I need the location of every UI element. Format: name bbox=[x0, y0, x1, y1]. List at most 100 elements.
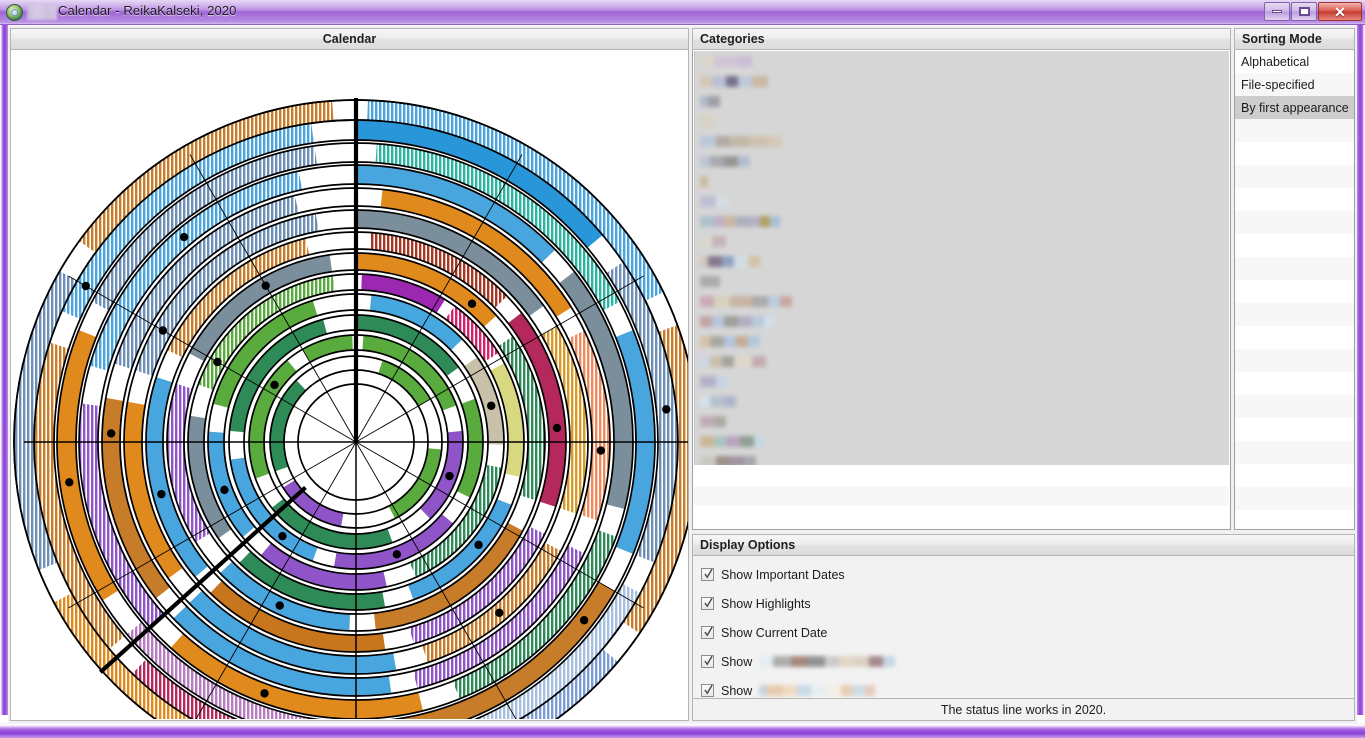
category-list-item[interactable] bbox=[695, 331, 1229, 351]
category-list-item[interactable] bbox=[695, 271, 1229, 291]
display-options-panel-header: Display Options bbox=[692, 534, 1355, 556]
sorting-mode-empty-row[interactable] bbox=[1235, 303, 1354, 326]
important-date-marker bbox=[158, 326, 168, 335]
important-date-marker bbox=[278, 531, 287, 541]
display-option-row[interactable]: Show Current Date bbox=[693, 618, 1354, 647]
sorting-mode-empty-row[interactable] bbox=[1235, 418, 1354, 441]
category-label-redacted bbox=[700, 395, 736, 407]
important-date-marker bbox=[179, 232, 189, 242]
category-list-item[interactable] bbox=[695, 131, 1229, 151]
display-option-label: Show bbox=[721, 683, 753, 698]
checkbox-4[interactable] bbox=[701, 655, 714, 668]
category-label-redacted bbox=[700, 415, 726, 427]
category-list-item[interactable] bbox=[695, 151, 1229, 171]
radial-calendar-chart[interactable] bbox=[11, 50, 688, 719]
maximize-icon bbox=[1298, 7, 1310, 16]
checkbox-1[interactable] bbox=[701, 568, 714, 581]
important-date-marker bbox=[81, 281, 91, 291]
important-date-marker bbox=[106, 429, 116, 438]
display-option-label: Show bbox=[721, 654, 753, 669]
display-option-row[interactable]: Show Important Dates bbox=[693, 560, 1354, 589]
sorting-mode-option-by-first-appearance[interactable]: By first appearance bbox=[1235, 96, 1354, 119]
client-area: Calendar Categories Sorting Mode Alphabe… bbox=[8, 26, 1357, 723]
close-button[interactable]: ✕ bbox=[1318, 2, 1362, 21]
category-label-redacted bbox=[700, 95, 720, 107]
important-date-marker bbox=[157, 489, 166, 499]
window-controls: ✕ bbox=[1264, 2, 1362, 21]
category-list-item[interactable] bbox=[695, 291, 1229, 311]
display-option-row[interactable]: Show Highlights bbox=[693, 589, 1354, 618]
categories-empty-rows[interactable] bbox=[694, 466, 1229, 528]
category-label-redacted bbox=[700, 215, 780, 227]
categories-list[interactable] bbox=[694, 51, 1229, 465]
display-option-row[interactable]: Show bbox=[693, 647, 1354, 676]
category-label-redacted bbox=[700, 375, 726, 387]
category-label-redacted bbox=[700, 75, 768, 87]
window-title: Calendar - ReikaKalseki, 2020 bbox=[58, 3, 237, 18]
important-date-marker bbox=[261, 281, 270, 290]
calendar-panel: Calendar bbox=[10, 28, 689, 721]
category-list-item[interactable] bbox=[695, 411, 1229, 431]
sorting-mode-empty-row[interactable] bbox=[1235, 487, 1354, 510]
category-list-item[interactable] bbox=[695, 311, 1229, 331]
category-list-item[interactable] bbox=[695, 211, 1229, 231]
category-list-item[interactable] bbox=[695, 51, 1229, 71]
category-list-item[interactable] bbox=[695, 451, 1229, 465]
important-date-marker bbox=[596, 446, 606, 455]
check-icon bbox=[704, 684, 713, 696]
sorting-mode-empty-row[interactable] bbox=[1235, 372, 1354, 395]
important-date-marker bbox=[445, 471, 454, 481]
checkbox-3[interactable] bbox=[701, 626, 714, 639]
sorting-mode-empty-row[interactable] bbox=[1235, 257, 1354, 280]
category-list-item[interactable] bbox=[695, 191, 1229, 211]
sorting-mode-empty-row[interactable] bbox=[1235, 165, 1354, 188]
category-list-item[interactable] bbox=[695, 391, 1229, 411]
category-list-item[interactable] bbox=[695, 111, 1229, 131]
important-date-marker bbox=[275, 601, 284, 610]
sorting-mode-panel: Sorting Mode Alphabetical File-specified B… bbox=[1234, 28, 1355, 530]
sorting-mode-option-file-specified[interactable]: File-specified bbox=[1235, 73, 1354, 96]
sorting-mode-list[interactable]: Alphabetical File-specified By first appea… bbox=[1234, 50, 1355, 530]
sorting-mode-empty-row[interactable] bbox=[1235, 119, 1354, 142]
display-option-label: Show Current Date bbox=[721, 625, 828, 640]
sorting-mode-empty-row[interactable] bbox=[1235, 395, 1354, 418]
sorting-mode-empty-row[interactable] bbox=[1235, 211, 1354, 234]
category-label-redacted bbox=[700, 175, 708, 187]
calendar-canvas[interactable] bbox=[10, 50, 689, 721]
window-border-right bbox=[1357, 25, 1365, 715]
category-label-redacted bbox=[700, 455, 756, 465]
sorting-mode-empty-row[interactable] bbox=[1235, 441, 1354, 464]
category-list-item[interactable] bbox=[695, 431, 1229, 451]
category-list-item[interactable] bbox=[695, 71, 1229, 91]
category-label-redacted bbox=[700, 315, 774, 327]
category-list-item[interactable] bbox=[695, 171, 1229, 191]
checkbox-5[interactable] bbox=[701, 684, 714, 697]
sorting-mode-empty-row[interactable] bbox=[1235, 349, 1354, 372]
sorting-mode-empty-row[interactable] bbox=[1235, 142, 1354, 165]
maximize-button[interactable] bbox=[1291, 2, 1317, 21]
check-icon bbox=[704, 568, 713, 580]
important-date-marker bbox=[474, 540, 483, 550]
category-list-item[interactable] bbox=[695, 371, 1229, 391]
sorting-mode-option-alphabetical[interactable]: Alphabetical bbox=[1235, 50, 1354, 73]
category-empty-row[interactable] bbox=[694, 506, 1229, 526]
category-empty-row[interactable] bbox=[694, 486, 1229, 506]
category-list-item[interactable] bbox=[695, 231, 1229, 251]
display-options-panel: Display Options Show Important Dates Show… bbox=[692, 534, 1355, 721]
sorting-mode-empty-row[interactable] bbox=[1235, 464, 1354, 487]
sorting-mode-empty-row[interactable] bbox=[1235, 326, 1354, 349]
important-date-marker bbox=[220, 485, 229, 495]
categories-body[interactable] bbox=[692, 50, 1231, 530]
important-date-marker bbox=[487, 401, 496, 410]
category-label-redacted bbox=[700, 235, 726, 247]
minimize-button[interactable] bbox=[1264, 2, 1290, 21]
category-list-item[interactable] bbox=[695, 351, 1229, 371]
category-list-item[interactable] bbox=[695, 251, 1229, 271]
sorting-mode-empty-row[interactable] bbox=[1235, 280, 1354, 303]
window-border-bottom bbox=[0, 723, 1365, 738]
sorting-mode-empty-row[interactable] bbox=[1235, 234, 1354, 257]
category-list-item[interactable] bbox=[695, 91, 1229, 111]
sorting-mode-empty-row[interactable] bbox=[1235, 188, 1354, 211]
checkbox-2[interactable] bbox=[701, 597, 714, 610]
category-empty-row[interactable] bbox=[694, 466, 1229, 486]
